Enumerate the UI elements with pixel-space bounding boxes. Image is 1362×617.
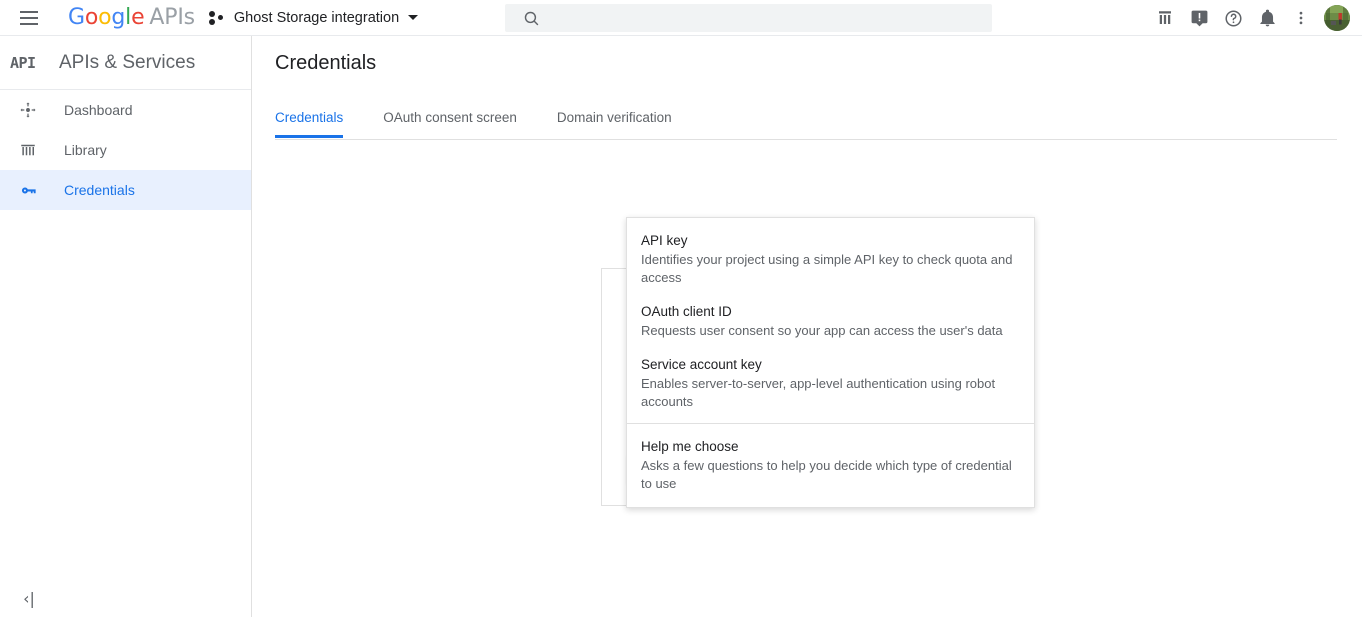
page-title: Credentials	[275, 52, 377, 74]
logo-apis-word: APIs	[149, 5, 195, 30]
hamburger-menu-icon[interactable]	[12, 0, 46, 36]
chevron-down-icon	[408, 15, 419, 20]
more-vert-icon[interactable]	[1284, 1, 1318, 35]
project-dots-icon	[208, 10, 225, 25]
tab-domain-verification[interactable]: Domain verification	[557, 102, 672, 137]
logo-letter: o	[84, 5, 99, 30]
notifications-bell-icon[interactable]	[1250, 1, 1284, 35]
sidebar-item-library[interactable]: Library	[0, 130, 251, 170]
menu-item-service-account-key[interactable]: Service account key Enables server-to-se…	[627, 350, 1034, 421]
sidebar-item-dashboard[interactable]: Dashboard	[0, 90, 251, 130]
menu-item-description: Requests user consent so your app can ac…	[641, 323, 1003, 338]
api-logo: API	[10, 53, 36, 72]
tab-bar: Credentials OAuth consent screen Domain …	[275, 102, 1337, 140]
search-icon	[523, 10, 540, 27]
menu-item-description: Enables server-to-server, app-level auth…	[641, 376, 996, 409]
menu-item-description: Identifies your project using a simple A…	[641, 252, 1013, 285]
collapse-sidebar-button[interactable]: ‹|	[14, 583, 44, 613]
logo-letter: e	[131, 5, 145, 30]
sidebar-item-label: Library	[64, 142, 107, 158]
menu-item-description: Asks a few questions to help you decide …	[641, 458, 1012, 491]
menu-item-title: API key	[641, 233, 688, 248]
logo-letter: G	[68, 5, 85, 30]
create-credentials-menu: API key Identifies your project using a …	[626, 217, 1035, 508]
dashboard-icon	[8, 101, 48, 119]
project-name-label: Ghost Storage integration	[233, 9, 400, 26]
hamburger-line	[20, 10, 38, 13]
sidebar-item-credentials[interactable]: Credentials	[0, 170, 251, 210]
project-selector[interactable]: Ghost Storage integration	[208, 3, 419, 33]
menu-item-api-key[interactable]: API key Identifies your project using a …	[627, 226, 1034, 297]
menu-divider	[627, 423, 1034, 424]
sidebar-item-label: Credentials	[64, 182, 135, 198]
feedback-icon[interactable]	[1182, 1, 1216, 35]
menu-item-title: OAuth client ID	[641, 304, 732, 319]
menu-item-help-me-choose[interactable]: Help me choose Asks a few questions to h…	[627, 432, 1034, 507]
help-icon[interactable]	[1216, 1, 1250, 35]
tab-oauth-consent-screen[interactable]: OAuth consent screen	[383, 102, 517, 137]
collapse-chevron-icon: ‹|	[23, 588, 35, 608]
logo-letter: o	[98, 5, 112, 30]
menu-item-title: Help me choose	[641, 439, 739, 454]
left-sidebar: API APIs & Services Dashboard Library Cr…	[0, 36, 252, 617]
menu-item-oauth-client-id[interactable]: OAuth client ID Requests user consent so…	[627, 297, 1034, 350]
hamburger-line	[20, 22, 38, 25]
search-bar[interactable]	[505, 4, 992, 32]
sidebar-header: API APIs & Services	[0, 36, 251, 90]
sidebar-title: APIs & Services	[59, 51, 196, 73]
library-icon	[8, 141, 48, 159]
key-icon	[8, 181, 48, 200]
menu-item-title: Service account key	[641, 357, 762, 372]
apps-grid-icon[interactable]	[1148, 1, 1182, 35]
hamburger-line	[20, 16, 38, 19]
tab-credentials[interactable]: Credentials	[275, 102, 344, 138]
search-input[interactable]	[552, 10, 952, 26]
main-content: Credentials Credentials OAuth consent sc…	[252, 36, 1362, 617]
account-avatar[interactable]	[1324, 5, 1350, 31]
google-apis-logo[interactable]: Google APIs	[68, 5, 195, 30]
logo-letter: g	[111, 5, 126, 30]
top-bar-actions	[1148, 0, 1350, 36]
top-app-bar: Google APIs Ghost Storage integration	[0, 0, 1362, 36]
sidebar-item-label: Dashboard	[64, 102, 133, 118]
